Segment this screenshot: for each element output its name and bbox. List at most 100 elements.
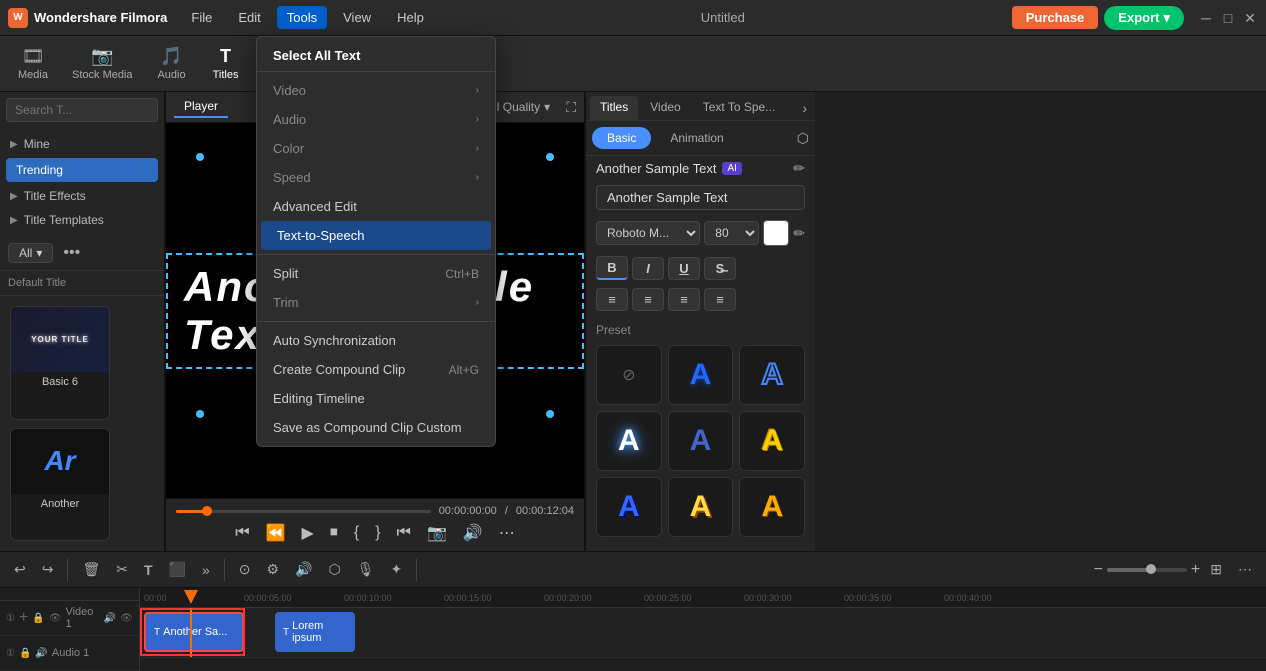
- dd-text-to-speech[interactable]: Text-to-Speech: [261, 221, 491, 250]
- title-card-basic6[interactable]: YOUR TITLE Basic 6: [10, 306, 110, 420]
- selection-handle-bl[interactable]: [196, 410, 204, 418]
- tl-audio-lock-button[interactable]: 🔒: [19, 648, 31, 659]
- dd-audio[interactable]: Audio ›: [257, 105, 495, 134]
- tool-stock-media[interactable]: 📷 Stock Media: [62, 42, 143, 85]
- tl-zoom-out-button[interactable]: −: [1094, 561, 1103, 579]
- dd-speed[interactable]: Speed ›: [257, 163, 495, 192]
- selection-handle-br[interactable]: [546, 410, 554, 418]
- tl-grid-button[interactable]: ⊞: [1204, 559, 1228, 580]
- rp-align-center-button[interactable]: ≡: [632, 288, 664, 311]
- tl-redo-button[interactable]: ↪: [36, 559, 60, 580]
- rp-subtab-more-button[interactable]: ⬡: [797, 127, 809, 149]
- rp-preset-outline[interactable]: A: [739, 345, 805, 405]
- tl-split-audio-button[interactable]: 🔊: [289, 559, 318, 580]
- tl-zoom-handle[interactable]: [1146, 564, 1156, 574]
- tl-cut-button[interactable]: ✂: [110, 559, 134, 580]
- prev-clip-button[interactable]: ⏮: [391, 522, 417, 544]
- rp-preset-dark[interactable]: A: [668, 411, 734, 471]
- tl-clip-lorem[interactable]: T Lorem ipsum: [275, 612, 355, 652]
- snapshot-button[interactable]: 📷: [421, 521, 453, 545]
- dd-trim[interactable]: Trim ›: [257, 288, 495, 317]
- more-text-options[interactable]: More Text Options ▼: [586, 541, 815, 551]
- rp-subtab-basic[interactable]: Basic: [592, 127, 651, 149]
- skip-back-button[interactable]: ⏮: [229, 522, 255, 544]
- sidebar-item-trending[interactable]: Trending: [6, 158, 158, 182]
- search-input[interactable]: [6, 98, 158, 122]
- tl-undo-button[interactable]: ↩: [8, 559, 32, 580]
- tl-ai-button[interactable]: ✦: [385, 559, 409, 580]
- dd-split[interactable]: Split Ctrl+B: [257, 259, 495, 288]
- tl-eye2-button[interactable]: 👁: [120, 613, 133, 624]
- tl-subtitle-button[interactable]: ⬡: [323, 559, 347, 580]
- tl-more2-button[interactable]: ⋯: [1232, 559, 1258, 580]
- rp-size-select[interactable]: 80: [704, 221, 759, 245]
- dd-save-compound[interactable]: Save as Compound Clip Custom: [257, 413, 495, 442]
- progress-track[interactable]: [176, 510, 431, 513]
- menu-tools[interactable]: Tools: [277, 6, 327, 29]
- filter-more-button[interactable]: •••: [59, 242, 84, 264]
- tl-more-button[interactable]: »: [196, 560, 216, 580]
- tl-eye-button[interactable]: 👁: [49, 613, 62, 624]
- rp-tab-video[interactable]: Video: [640, 96, 690, 120]
- sidebar-item-effects[interactable]: ▶ Title Effects: [0, 184, 164, 208]
- export-button[interactable]: Export ▾: [1104, 6, 1184, 30]
- dd-auto-sync[interactable]: Auto Synchronization: [257, 326, 495, 355]
- tab-player[interactable]: Player: [174, 96, 228, 118]
- rp-strikethrough-button[interactable]: S̶: [704, 257, 736, 280]
- rp-align-justify-button[interactable]: ≡: [704, 288, 736, 311]
- rp-tab-titles[interactable]: Titles: [590, 96, 638, 120]
- rp-subtab-animation[interactable]: Animation: [655, 127, 738, 149]
- menu-help[interactable]: Help: [387, 6, 434, 29]
- rp-align-right-button[interactable]: ≡: [668, 288, 700, 311]
- prev-frame-button[interactable]: ⏪: [260, 521, 292, 545]
- tl-vol-button[interactable]: 🔊: [104, 613, 116, 624]
- menu-view[interactable]: View: [333, 6, 381, 29]
- tl-settings-button[interactable]: ⚙: [261, 559, 286, 580]
- rp-font-select[interactable]: Roboto M...: [596, 221, 700, 245]
- tl-text-button[interactable]: T: [138, 560, 159, 580]
- menu-edit[interactable]: Edit: [228, 6, 270, 29]
- tl-delete-button[interactable]: 🗑: [76, 559, 106, 580]
- rp-align-left-button[interactable]: ≡: [596, 288, 628, 311]
- dd-compound[interactable]: Create Compound Clip Alt+G: [257, 355, 495, 384]
- rp-preset-yellow[interactable]: A: [668, 477, 734, 537]
- maximize-button[interactable]: □: [1220, 10, 1236, 26]
- tl-zoom-in-button[interactable]: +: [1191, 561, 1200, 579]
- tl-lock-button[interactable]: 🔒: [32, 613, 44, 624]
- tl-voiceover-button[interactable]: 🎙: [351, 559, 381, 580]
- dd-advanced-edit[interactable]: Advanced Edit: [257, 192, 495, 221]
- tl-crop-button[interactable]: ⬛: [163, 559, 192, 580]
- bracket-in-button[interactable]: {: [348, 522, 365, 544]
- rp-tab-tts[interactable]: Text To Spe...: [693, 96, 786, 120]
- tl-add-track-button[interactable]: +: [19, 609, 28, 627]
- stop-button[interactable]: ⏹: [324, 522, 344, 544]
- tool-media[interactable]: 🎞 Media: [8, 42, 58, 85]
- rp-color-picker[interactable]: [763, 220, 789, 246]
- tool-titles[interactable]: T Titles: [201, 42, 251, 85]
- rp-bold-button[interactable]: B: [596, 256, 628, 280]
- more-ctrl-button[interactable]: ⋯: [493, 521, 521, 545]
- selection-handle-tr[interactable]: [546, 153, 554, 161]
- rp-preset-gold[interactable]: A: [739, 411, 805, 471]
- dd-color[interactable]: Color ›: [257, 134, 495, 163]
- dd-video[interactable]: Video ›: [257, 76, 495, 105]
- rp-preset-yellow2[interactable]: A: [739, 477, 805, 537]
- rp-underline-button[interactable]: U: [668, 257, 700, 280]
- filter-all-button[interactable]: All ▾: [8, 243, 53, 263]
- progress-handle[interactable]: [202, 506, 212, 516]
- rp-preset-3d[interactable]: A: [596, 477, 662, 537]
- dd-editing-timeline[interactable]: Editing Timeline: [257, 384, 495, 413]
- rp-edit-icon[interactable]: ✏: [793, 160, 805, 177]
- menu-file[interactable]: File: [181, 6, 222, 29]
- rp-eyedrop-button[interactable]: ✏: [793, 225, 805, 242]
- rp-preset-glow[interactable]: A: [596, 411, 662, 471]
- tl-audio-vol-button[interactable]: 🔊: [35, 648, 47, 659]
- purchase-button[interactable]: Purchase: [1012, 6, 1099, 29]
- tool-audio[interactable]: 🎵 Audio: [147, 42, 197, 85]
- rp-tabs-more-button[interactable]: ›: [798, 96, 811, 120]
- selection-handle-tl[interactable]: [196, 153, 204, 161]
- rp-preset-blue[interactable]: A: [668, 345, 734, 405]
- minimize-button[interactable]: ─: [1198, 10, 1214, 26]
- bracket-out-button[interactable]: }: [369, 522, 386, 544]
- sidebar-item-templates[interactable]: ▶ Title Templates: [0, 208, 164, 232]
